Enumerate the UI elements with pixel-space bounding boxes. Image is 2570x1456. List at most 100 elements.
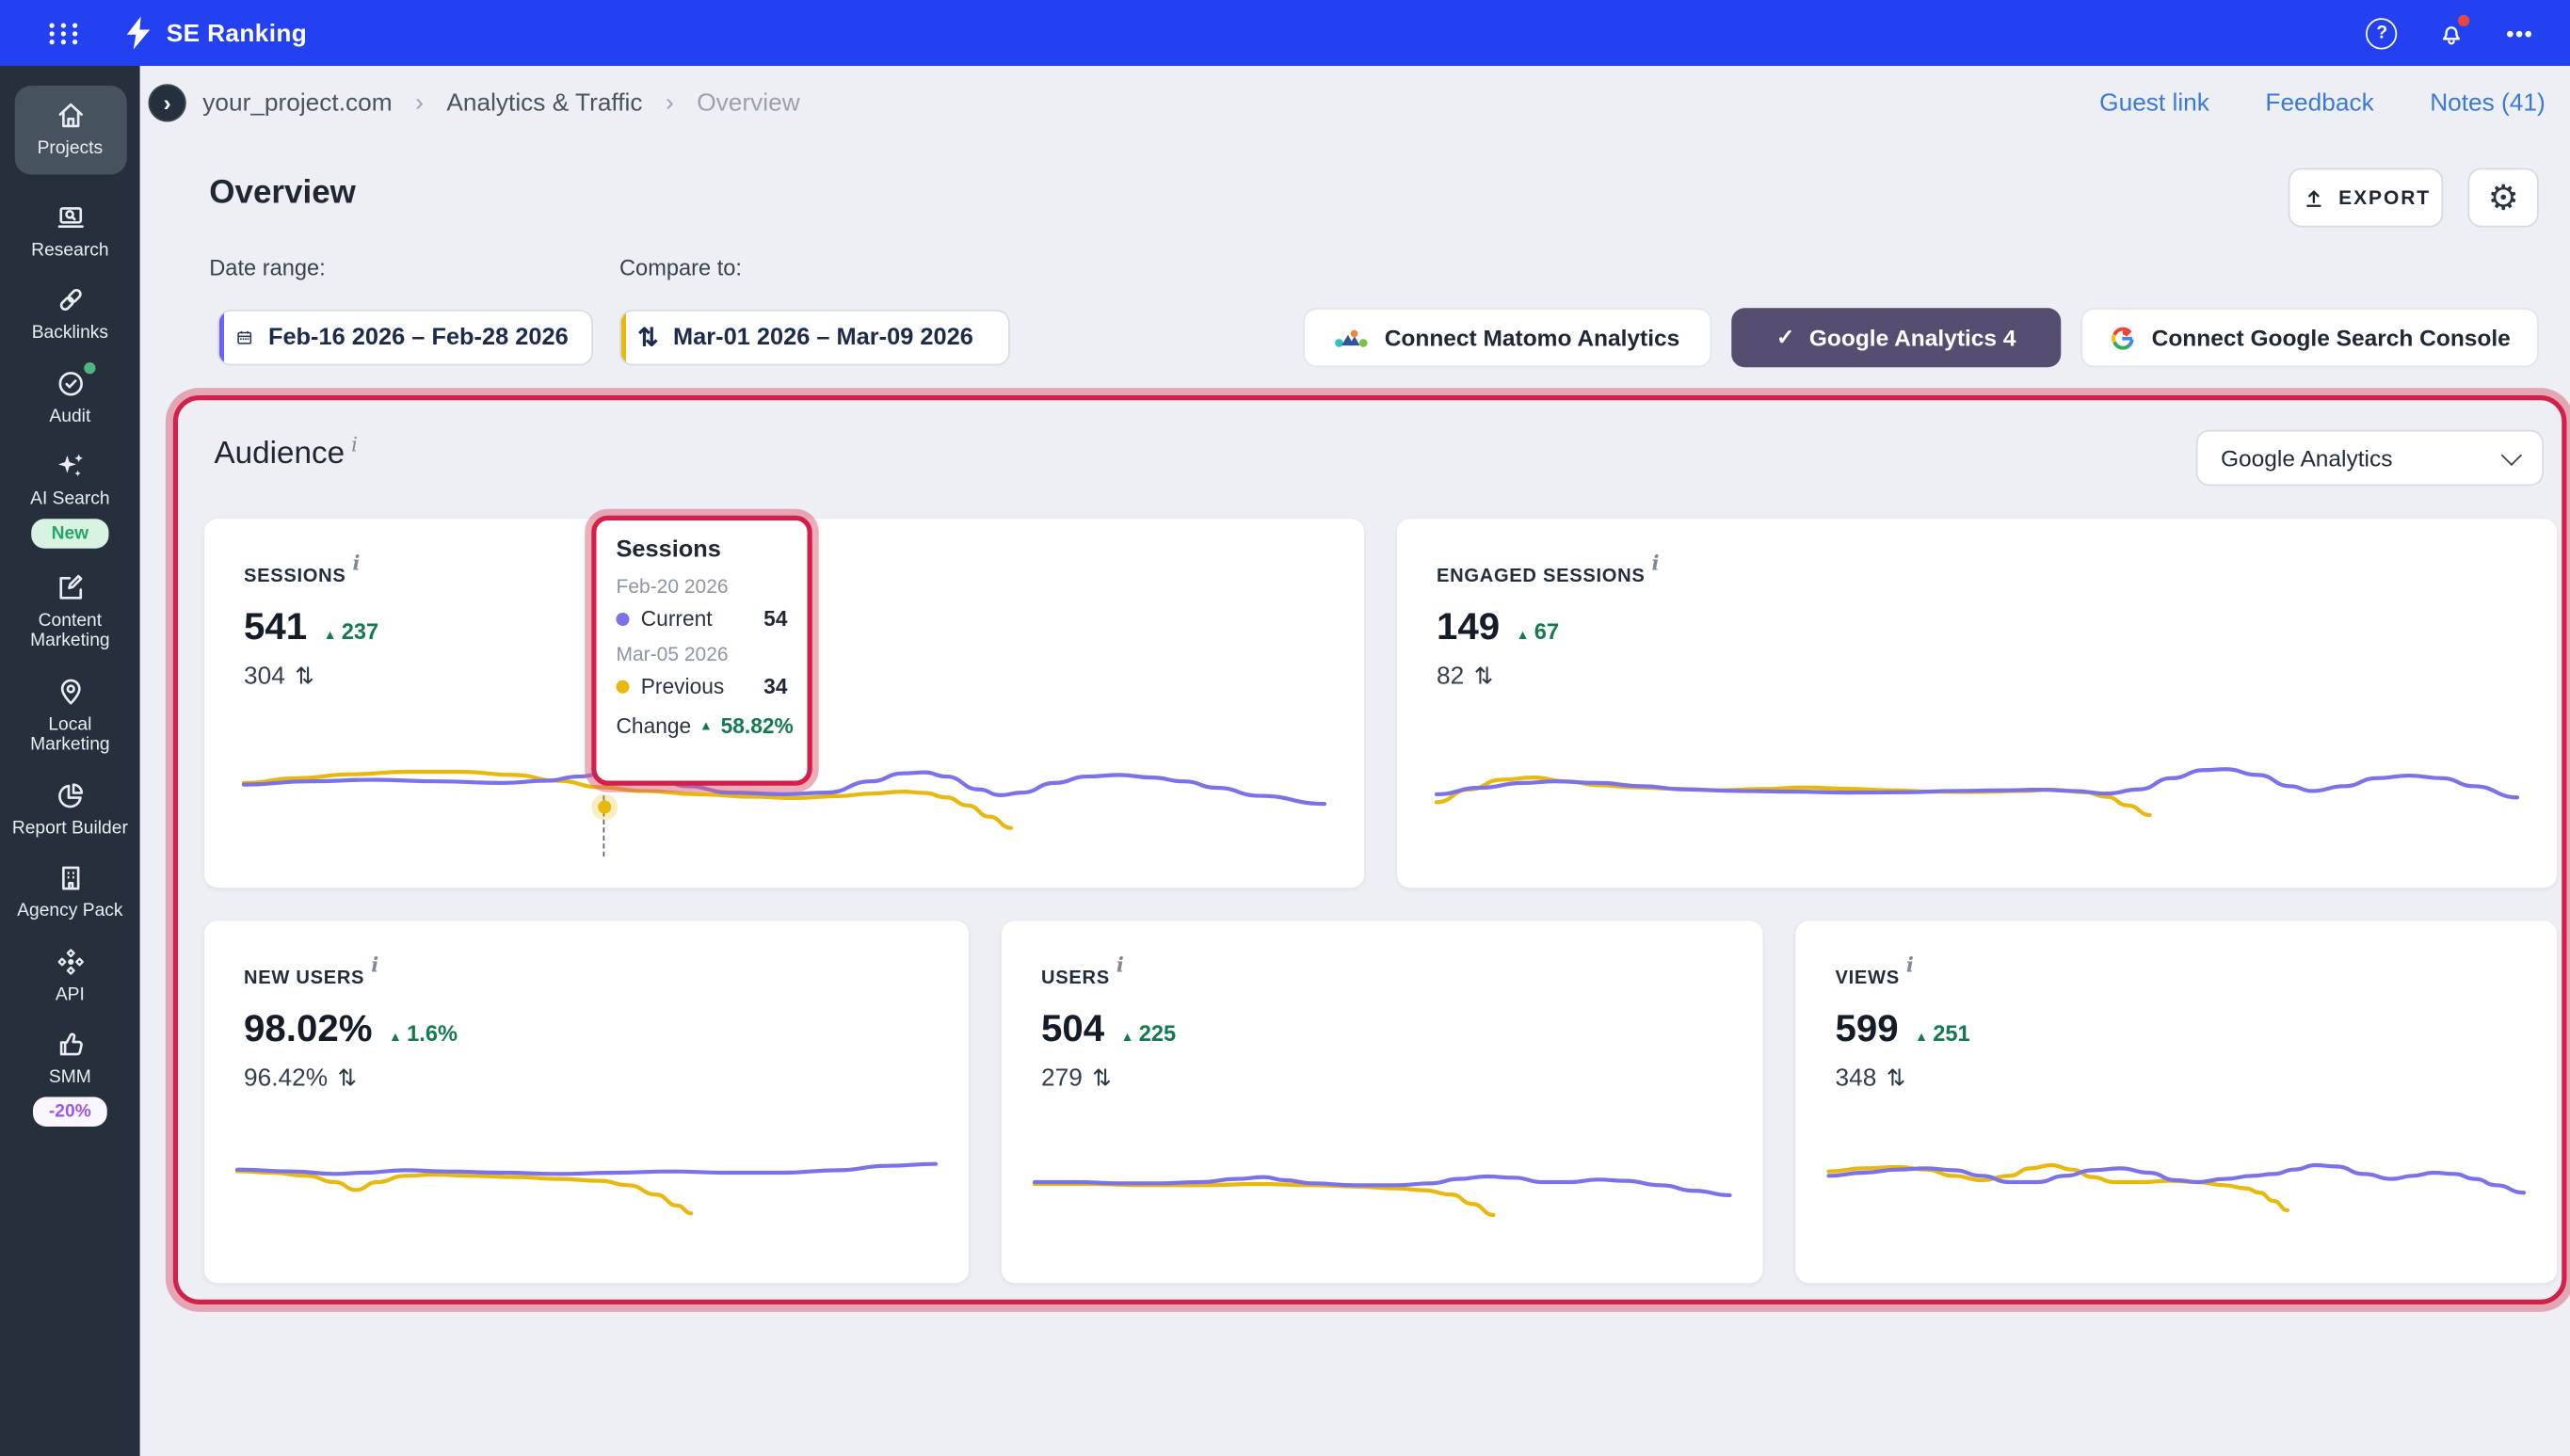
analytics-source-dropdown[interactable]: Google Analytics bbox=[2196, 430, 2544, 487]
compare-value: Mar-01 2026 – Mar-09 2026 bbox=[673, 325, 973, 351]
sidebar-item-smm[interactable]: SMM -20% bbox=[8, 1028, 133, 1126]
thumbs-up-icon bbox=[54, 1028, 87, 1061]
research-icon bbox=[54, 200, 87, 233]
connect-matomo-button[interactable]: Connect Matomo Analytics bbox=[1303, 308, 1711, 367]
tooltip-previous-row: Previous 34 bbox=[617, 674, 788, 698]
up-triangle-icon: ▲ bbox=[1121, 1030, 1134, 1045]
metric-delta: ▲225 bbox=[1121, 1021, 1177, 1046]
upload-icon bbox=[2301, 185, 2325, 210]
audience-section-highlight: Audiencei Google Analytics SESSIONSi 541… bbox=[173, 395, 2567, 1304]
info-icon[interactable]: i bbox=[1651, 552, 1660, 575]
check-icon: ✓ bbox=[1776, 325, 1794, 351]
info-icon[interactable]: i bbox=[353, 552, 361, 575]
notifications-bell-icon[interactable] bbox=[2437, 18, 2467, 48]
swap-arrows-icon: ⇅ bbox=[637, 323, 658, 353]
up-triangle-icon: ▲ bbox=[389, 1030, 402, 1045]
sidebar-item-agency-pack[interactable]: Agency Pack bbox=[8, 861, 133, 921]
views-sparkline-chart[interactable] bbox=[1829, 1142, 2525, 1267]
sidebar-item-backlinks[interactable]: Backlinks bbox=[8, 283, 133, 344]
sidebar-item-label: Research bbox=[31, 240, 108, 261]
info-icon[interactable]: i bbox=[371, 953, 379, 977]
brand-name: SE Ranking bbox=[167, 19, 307, 47]
sidebar-item-local-marketing[interactable]: Local Marketing bbox=[8, 675, 133, 756]
compare-period-picker[interactable]: ⇅ Mar-01 2026 – Mar-09 2026 bbox=[619, 310, 1010, 366]
help-icon[interactable]: ? bbox=[2367, 17, 2398, 48]
gear-icon: ⚙ bbox=[2488, 181, 2519, 216]
metric-value: 504 bbox=[1041, 1006, 1104, 1050]
calendar-icon bbox=[235, 325, 253, 351]
tooltip-change-row: Change ▲ 58.82% bbox=[617, 713, 788, 738]
users-sparkline-chart[interactable] bbox=[1035, 1142, 1730, 1267]
audit-check-icon bbox=[54, 366, 87, 399]
date-range-picker[interactable]: Feb-16 2026 – Feb-28 2026 bbox=[217, 310, 593, 366]
previous-period-accent bbox=[621, 312, 626, 364]
more-menu-icon[interactable]: ••• bbox=[2506, 21, 2533, 45]
metric-value: 599 bbox=[1836, 1006, 1899, 1050]
app-window: SE Ranking ? ••• Projects Research Backl… bbox=[0, 0, 2570, 1456]
connect-gsc-button[interactable]: Connect Google Search Console bbox=[2080, 308, 2539, 367]
info-icon[interactable]: i bbox=[1116, 953, 1125, 977]
metric-label: VIEWSi bbox=[1836, 953, 2518, 988]
ga4-label: Google Analytics 4 bbox=[1809, 325, 2016, 351]
metric-previous-value: 96.42%⇅ bbox=[244, 1064, 929, 1093]
chart-hover-point bbox=[591, 794, 618, 821]
views-card: VIEWSi 599 ▲251 348⇅ bbox=[1796, 920, 2558, 1283]
breadcrumb-current: Overview bbox=[697, 89, 799, 118]
sidebar-item-content-marketing[interactable]: Content Marketing bbox=[8, 570, 133, 651]
sidebar-item-label: Local Marketing bbox=[10, 714, 129, 756]
updown-arrows-icon: ⇅ bbox=[1887, 1064, 1906, 1093]
app-grid-icon[interactable] bbox=[50, 23, 81, 44]
engaged-sessions-sparkline-chart[interactable] bbox=[1437, 743, 2517, 872]
sparkles-icon bbox=[54, 450, 87, 483]
home-icon bbox=[54, 99, 87, 132]
tooltip-current-date: Feb-20 2026 bbox=[617, 575, 788, 599]
export-button[interactable]: EXPORT bbox=[2289, 168, 2444, 228]
new-badge: New bbox=[32, 518, 109, 548]
breadcrumb: your_project.com › Analytics & Traffic ›… bbox=[202, 89, 799, 118]
chevron-right-icon: › bbox=[415, 89, 424, 118]
breadcrumb-project[interactable]: your_project.com bbox=[202, 89, 392, 118]
engaged-sessions-card: ENGAGED SESSIONSi 149 ▲67 82⇅ bbox=[1397, 519, 2557, 888]
sidebar-item-label: SMM bbox=[49, 1067, 91, 1088]
info-icon[interactable]: i bbox=[1906, 953, 1915, 977]
metric-label: NEW USERSi bbox=[244, 953, 929, 988]
settings-button[interactable]: ⚙ bbox=[2468, 168, 2539, 228]
brand-logo[interactable]: SE Ranking bbox=[123, 17, 307, 50]
google-analytics4-button[interactable]: ✓ Google Analytics 4 bbox=[1731, 308, 2061, 367]
pie-chart-icon bbox=[54, 778, 87, 811]
previous-series-dot bbox=[617, 680, 630, 693]
sidebar-item-report-builder[interactable]: Report Builder bbox=[8, 778, 133, 839]
current-series-dot bbox=[617, 612, 630, 625]
sidebar-item-label: Content Marketing bbox=[10, 610, 129, 651]
metric-delta: ▲237 bbox=[324, 619, 379, 644]
guest-link[interactable]: Guest link bbox=[2099, 89, 2209, 118]
metric-label: ENGAGED SESSIONSi bbox=[1437, 552, 2517, 586]
updown-arrows-icon: ⇅ bbox=[1474, 663, 1494, 691]
metric-delta: ▲67 bbox=[1517, 619, 1559, 644]
google-icon bbox=[2109, 324, 2137, 352]
info-icon[interactable]: i bbox=[351, 433, 358, 456]
sidebar-item-projects[interactable]: Projects bbox=[14, 86, 126, 174]
metric-value: 149 bbox=[1437, 604, 1500, 648]
notes-link[interactable]: Notes (41) bbox=[2430, 89, 2546, 118]
sidebar-item-api[interactable]: API bbox=[8, 945, 133, 1005]
sidebar-item-ai-search[interactable]: AI Search New bbox=[8, 450, 133, 548]
metric-delta: ▲251 bbox=[1915, 1021, 1970, 1046]
updown-arrows-icon: ⇅ bbox=[295, 663, 314, 691]
connect-gsc-label: Connect Google Search Console bbox=[2152, 325, 2511, 351]
metric-previous-value: 82⇅ bbox=[1437, 663, 2517, 691]
sidebar-item-research[interactable]: Research bbox=[8, 200, 133, 261]
sidebar-collapse-button[interactable]: › bbox=[149, 84, 186, 121]
chevron-right-icon: › bbox=[164, 89, 171, 116]
date-range-label: Date range: bbox=[209, 255, 325, 280]
breadcrumb-section[interactable]: Analytics & Traffic bbox=[446, 89, 642, 118]
metric-previous-value: 279⇅ bbox=[1041, 1064, 1724, 1093]
sidebar: Projects Research Backlinks Audit AI Sea… bbox=[0, 66, 140, 1456]
sidebar-item-label: Backlinks bbox=[32, 323, 108, 344]
feedback-link[interactable]: Feedback bbox=[2265, 89, 2373, 118]
sidebar-item-audit[interactable]: Audit bbox=[8, 366, 133, 426]
new-users-sparkline-chart[interactable] bbox=[237, 1142, 936, 1267]
chevron-down-icon bbox=[2501, 444, 2522, 465]
link-icon bbox=[54, 283, 87, 316]
sidebar-item-label: API bbox=[56, 984, 85, 1005]
